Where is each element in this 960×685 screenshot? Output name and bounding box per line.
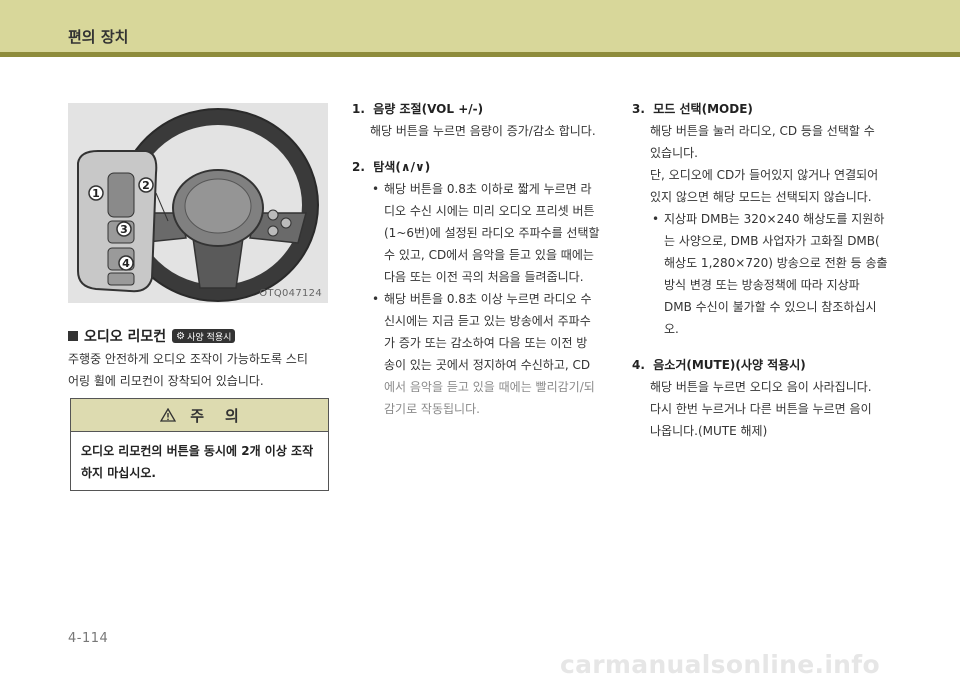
bullet-dot: • [372,182,380,196]
warning-triangle-icon [160,408,177,422]
bullet-line: 신시에는 지금 듣고 있는 방송에서 주파수 [384,314,591,328]
item-3-text: 해당 버튼을 눌러 라디오, CD 등을 선택할 수 있습니다. 단, 오디오에… [632,120,894,208]
page-number: 4-114 [68,631,109,646]
bullet-line: 가 증가 또는 감소하여 다음 또는 이전 방 [384,336,588,350]
item-4-text: 해당 버튼을 누르면 오디오 음이 사라집니다. 다시 한번 누르거나 다른 버… [632,376,894,442]
callout-2-label: 2 [142,179,150,192]
bullet-line: 디오 수신 시에는 미리 오디오 프리셋 버튼 [384,204,595,218]
bullet-dot: • [372,292,380,306]
bullet-line: 다음 또는 이전 곡의 처음을 들려줍니다. [384,270,584,284]
text-line: 단, 오디오에 CD가 들어있지 않거나 연결되어 [650,168,879,182]
option-badge: ⚙ 사양 적용시 [172,329,236,343]
page-header-title: 편의 장치 [68,28,129,46]
item-4-title: 4. 음소거(MUTE)(사양 적용시) [632,358,806,372]
item-2-bullet-2: • 해당 버튼을 0.8초 이상 누르면 라디오 수 신시에는 지금 듣고 있는… [352,288,604,420]
callout-1-label: 1 [92,187,100,200]
column-three: 3. 모드 선택(MODE) 해당 버튼을 눌러 라디오, CD 등을 선택할 … [632,98,894,442]
bullet-dot: • [652,212,660,226]
item-2-bullet-1: • 해당 버튼을 0.8초 이하로 짧게 누르면 라 디오 수신 시에는 미리 … [352,178,604,288]
text-line: 있습니다. [650,146,698,160]
item-1-text: 해당 버튼을 누르면 음량이 증가/감소 합니다. [370,124,596,138]
steering-wheel-figure: 1 2 3 4 OTQ047124 [68,103,328,303]
bullet-line: 해당 버튼을 0.8초 이상 누르면 라디오 수 [384,292,592,306]
option-badge-label: 사양 적용시 [187,332,232,343]
square-bullet-icon [68,331,78,341]
text-line: 있지 않으면 해당 모드는 선택되지 않습니다. [650,190,872,204]
caution-header: 주 의 [71,399,328,432]
section-title: 오디오 리모컨 [84,329,167,345]
column-two: 1. 음량 조절(VOL +/-) 해당 버튼을 누르면 음량이 증가/감소 합… [352,98,604,420]
figure-code: OTQ047124 [259,288,322,299]
caution-line: 하지 마십시오. [81,466,156,480]
section-body: 주행중 안전하게 오디오 조작이 가능하도록 스티 어링 휠에 리모컨이 장착되… [68,348,330,392]
bullet-line: 송이 있는 곳에서 정지하여 수신하고, CD [384,358,591,372]
gear-icon: ⚙ [176,330,186,342]
bullet-line: 수 있고, CD에서 음악을 듣고 있을 때에는 [384,248,594,262]
text-line: 나옵니다.(MUTE 해제) [650,424,768,438]
callout-3-label: 3 [120,223,128,236]
body-line: 어링 휠에 리모컨이 장착되어 있습니다. [68,374,264,388]
bullet-line: 지상파 DMB는 320×240 해상도를 지원하 [664,212,885,226]
bullet-line: (1~6번)에 설정된 라디오 주파수를 선택할 [384,226,600,240]
bullet-line: 는 사양으로, DMB 사업자가 고화질 DMB( [664,234,880,248]
item-1-title: 1. 음량 조절(VOL +/-) [352,102,484,116]
callout-4-label: 4 [122,257,130,270]
bullet-line: 방식 변경 또는 방송정책에 따라 지상파 [664,278,860,292]
steering-wheel-illustration: 1 2 3 4 [68,103,328,303]
section-heading: 오디오 리모컨 ⚙ 사양 적용시 [68,326,236,346]
item-3-title: 3. 모드 선택(MODE) [632,102,753,116]
bullet-line: 해당 버튼을 0.8초 이하로 짧게 누르면 라 [384,182,592,196]
item-2-title: 2. 탐색(∧/∨) [352,160,431,174]
header-rule [0,52,960,57]
text-line: 다시 한번 누르거나 다른 버튼을 누르면 음이 [650,402,872,416]
bullet-line-faded: 에서 음악을 듣고 있을 때에는 빨리감기/되 [384,380,595,394]
watermark: carmanualsonline.info [560,650,880,679]
body-line: 주행중 안전하게 오디오 조작이 가능하도록 스티 [68,352,308,366]
caution-title: 주 의 [190,406,239,425]
bullet-line-faded: 감기로 작동됩니다. [384,402,480,416]
text-line: 해당 버튼을 눌러 라디오, CD 등을 선택할 수 [650,124,875,138]
caution-box: 주 의 오디오 리모컨의 버튼을 동시에 2개 이상 조작 하지 마십시오. [70,398,329,491]
caution-line: 오디오 리모컨의 버튼을 동시에 2개 이상 조작 [81,444,314,458]
caution-body: 오디오 리모컨의 버튼을 동시에 2개 이상 조작 하지 마십시오. [71,432,328,492]
item-3-bullet: • 지상파 DMB는 320×240 해상도를 지원하 는 사양으로, DMB … [632,208,894,340]
bullet-line: 오. [664,322,679,336]
bullet-line: DMB 수신이 불가할 수 있으니 참조하십시 [664,300,877,314]
header-band [0,0,960,52]
bullet-line: 해상도 1,280×720) 방송으로 전환 등 송출 [664,256,888,270]
text-line: 해당 버튼을 누르면 오디오 음이 사라집니다. [650,380,872,394]
